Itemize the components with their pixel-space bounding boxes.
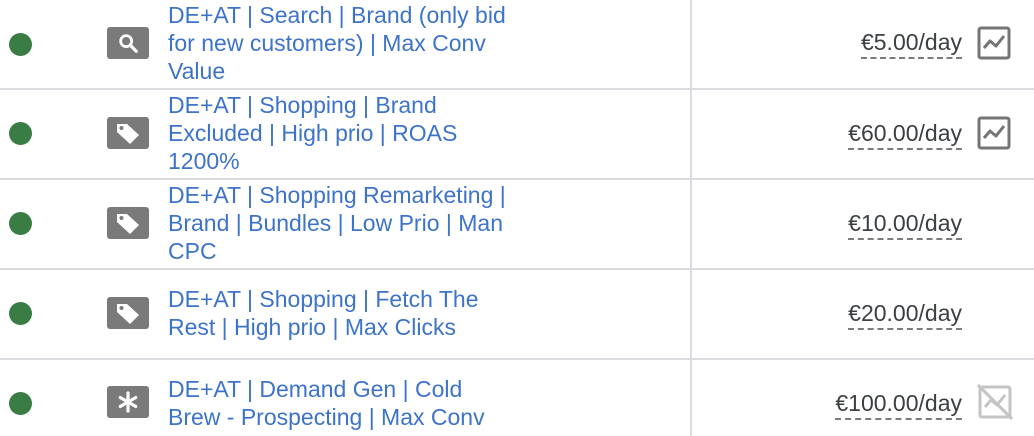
chart-icon[interactable] bbox=[977, 116, 1011, 150]
shopping-tag-icon bbox=[107, 297, 149, 329]
campaign-name-link[interactable]: DE+AT | Shopping | Fetch The Rest | High… bbox=[168, 285, 508, 341]
budget-value[interactable]: €10.00/day bbox=[848, 209, 962, 240]
status-enabled-icon bbox=[9, 33, 32, 56]
table-row: DE+AT | Shopping | Brand Excluded | High… bbox=[0, 90, 1034, 180]
status-enabled-icon bbox=[9, 212, 32, 235]
table-row: DE+AT | Shopping Remarketing | Brand | B… bbox=[0, 180, 1034, 270]
budget-value[interactable]: €20.00/day bbox=[848, 299, 962, 330]
table-row: DE+AT | Shopping | Fetch The Rest | High… bbox=[0, 270, 1034, 360]
campaign-name-link[interactable]: DE+AT | Shopping | Brand Excluded | High… bbox=[168, 91, 508, 175]
campaign-table: DE+AT | Search | Brand (only bid for new… bbox=[0, 0, 1034, 436]
shopping-tag-icon bbox=[107, 117, 149, 149]
chart-disabled-icon bbox=[976, 383, 1014, 421]
demand-gen-asterisk-icon bbox=[107, 386, 149, 418]
table-row: DE+AT | Demand Gen | Cold Brew - Prospec… bbox=[0, 360, 1034, 436]
budget-value[interactable]: €60.00/day bbox=[848, 119, 962, 150]
shopping-tag-icon bbox=[107, 207, 149, 239]
status-enabled-icon bbox=[9, 122, 32, 145]
chart-icon[interactable] bbox=[977, 26, 1011, 60]
campaign-name-link[interactable]: DE+AT | Shopping Remarketing | Brand | B… bbox=[168, 181, 508, 265]
budget-value[interactable]: €5.00/day bbox=[860, 28, 962, 59]
status-enabled-icon bbox=[9, 392, 32, 415]
campaign-name-link[interactable]: DE+AT | Demand Gen | Cold Brew - Prospec… bbox=[168, 375, 508, 431]
campaign-name-link[interactable]: DE+AT | Search | Brand (only bid for new… bbox=[168, 1, 508, 85]
status-enabled-icon bbox=[9, 302, 32, 325]
search-icon bbox=[107, 27, 149, 59]
table-row: DE+AT | Search | Brand (only bid for new… bbox=[0, 0, 1034, 90]
budget-value[interactable]: €100.00/day bbox=[835, 389, 962, 420]
